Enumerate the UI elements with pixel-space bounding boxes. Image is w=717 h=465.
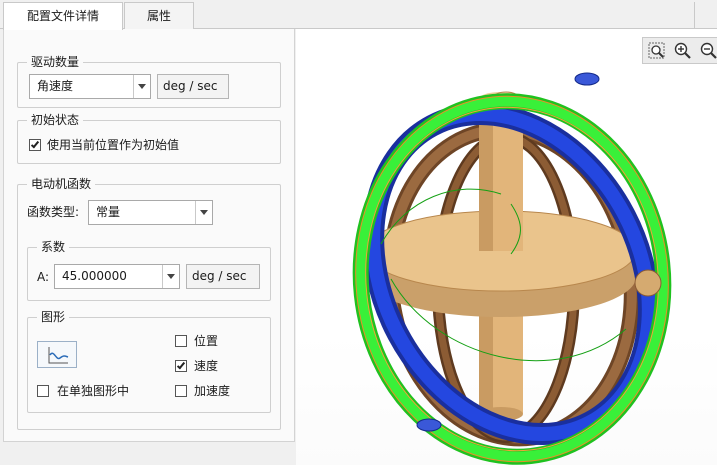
tab-properties[interactable]: 属性 (124, 2, 194, 29)
tab-divider (694, 2, 695, 29)
graph-icon (48, 347, 69, 364)
chevron-down-icon[interactable] (133, 75, 150, 98)
checkmark-icon (30, 139, 40, 149)
graph-title: 图形 (37, 309, 70, 325)
coefficient-a-value: 45.000000 (62, 269, 127, 283)
tab-profile-details[interactable]: 配置文件详情 (3, 2, 123, 30)
chevron-down-icon[interactable] (162, 265, 179, 288)
initial-state-group: 初始状态 使用当前位置作为初始值 (17, 112, 281, 164)
model-viewport[interactable] (296, 29, 717, 465)
drive-quantity-title: 驱动数量 (27, 54, 84, 70)
coefficient-a-input[interactable]: 45.000000 (54, 264, 180, 289)
drive-quantity-unit: deg / sec (157, 74, 229, 99)
acceleration-checkbox[interactable] (175, 385, 187, 397)
drive-quantity-value: 角速度 (37, 79, 74, 93)
separate-graph-label: 在单独图形中 (57, 384, 130, 398)
drive-quantity-select[interactable]: 角速度 (29, 74, 151, 99)
graph-group: 图形 在单独图形中 位置 速度 加速度 (27, 309, 271, 413)
gyroscope-model (352, 72, 672, 465)
function-type-value: 常量 (96, 205, 121, 219)
coefficient-a-label: A: (37, 270, 50, 284)
drive-quantity-group: 驱动数量 角速度 deg / sec (17, 54, 281, 108)
function-type-select[interactable]: 常量 (88, 200, 213, 225)
use-current-position-label: 使用当前位置作为初始值 (47, 138, 180, 152)
acceleration-label: 加速度 (194, 384, 231, 398)
coefficient-a-unit: deg / sec (186, 264, 260, 289)
position-checkbox[interactable] (175, 335, 187, 347)
motor-function-title: 电动机函数 (27, 176, 96, 192)
motor-function-group: 电动机函数 函数类型: 常量 系数 A: 45.000000 deg / sec… (17, 176, 281, 430)
coefficients-title: 系数 (37, 239, 70, 255)
velocity-checkbox[interactable] (175, 360, 187, 372)
position-label: 位置 (194, 334, 219, 348)
separate-graph-checkbox[interactable] (37, 385, 49, 397)
tab-bar: 配置文件详情 属性 (0, 0, 717, 30)
initial-state-title: 初始状态 (27, 112, 84, 128)
function-type-label: 函数类型: (27, 205, 80, 219)
checkmark-icon (176, 360, 186, 370)
use-current-position-checkbox[interactable] (29, 139, 41, 151)
show-graph-button[interactable] (37, 341, 77, 368)
velocity-label: 速度 (194, 359, 219, 373)
coefficients-group: 系数 A: 45.000000 deg / sec (27, 239, 271, 301)
chevron-down-icon[interactable] (195, 201, 212, 224)
profile-details-panel: 驱动数量 角速度 deg / sec 初始状态 使用当前位置作为初始值 电动机函… (3, 29, 295, 442)
